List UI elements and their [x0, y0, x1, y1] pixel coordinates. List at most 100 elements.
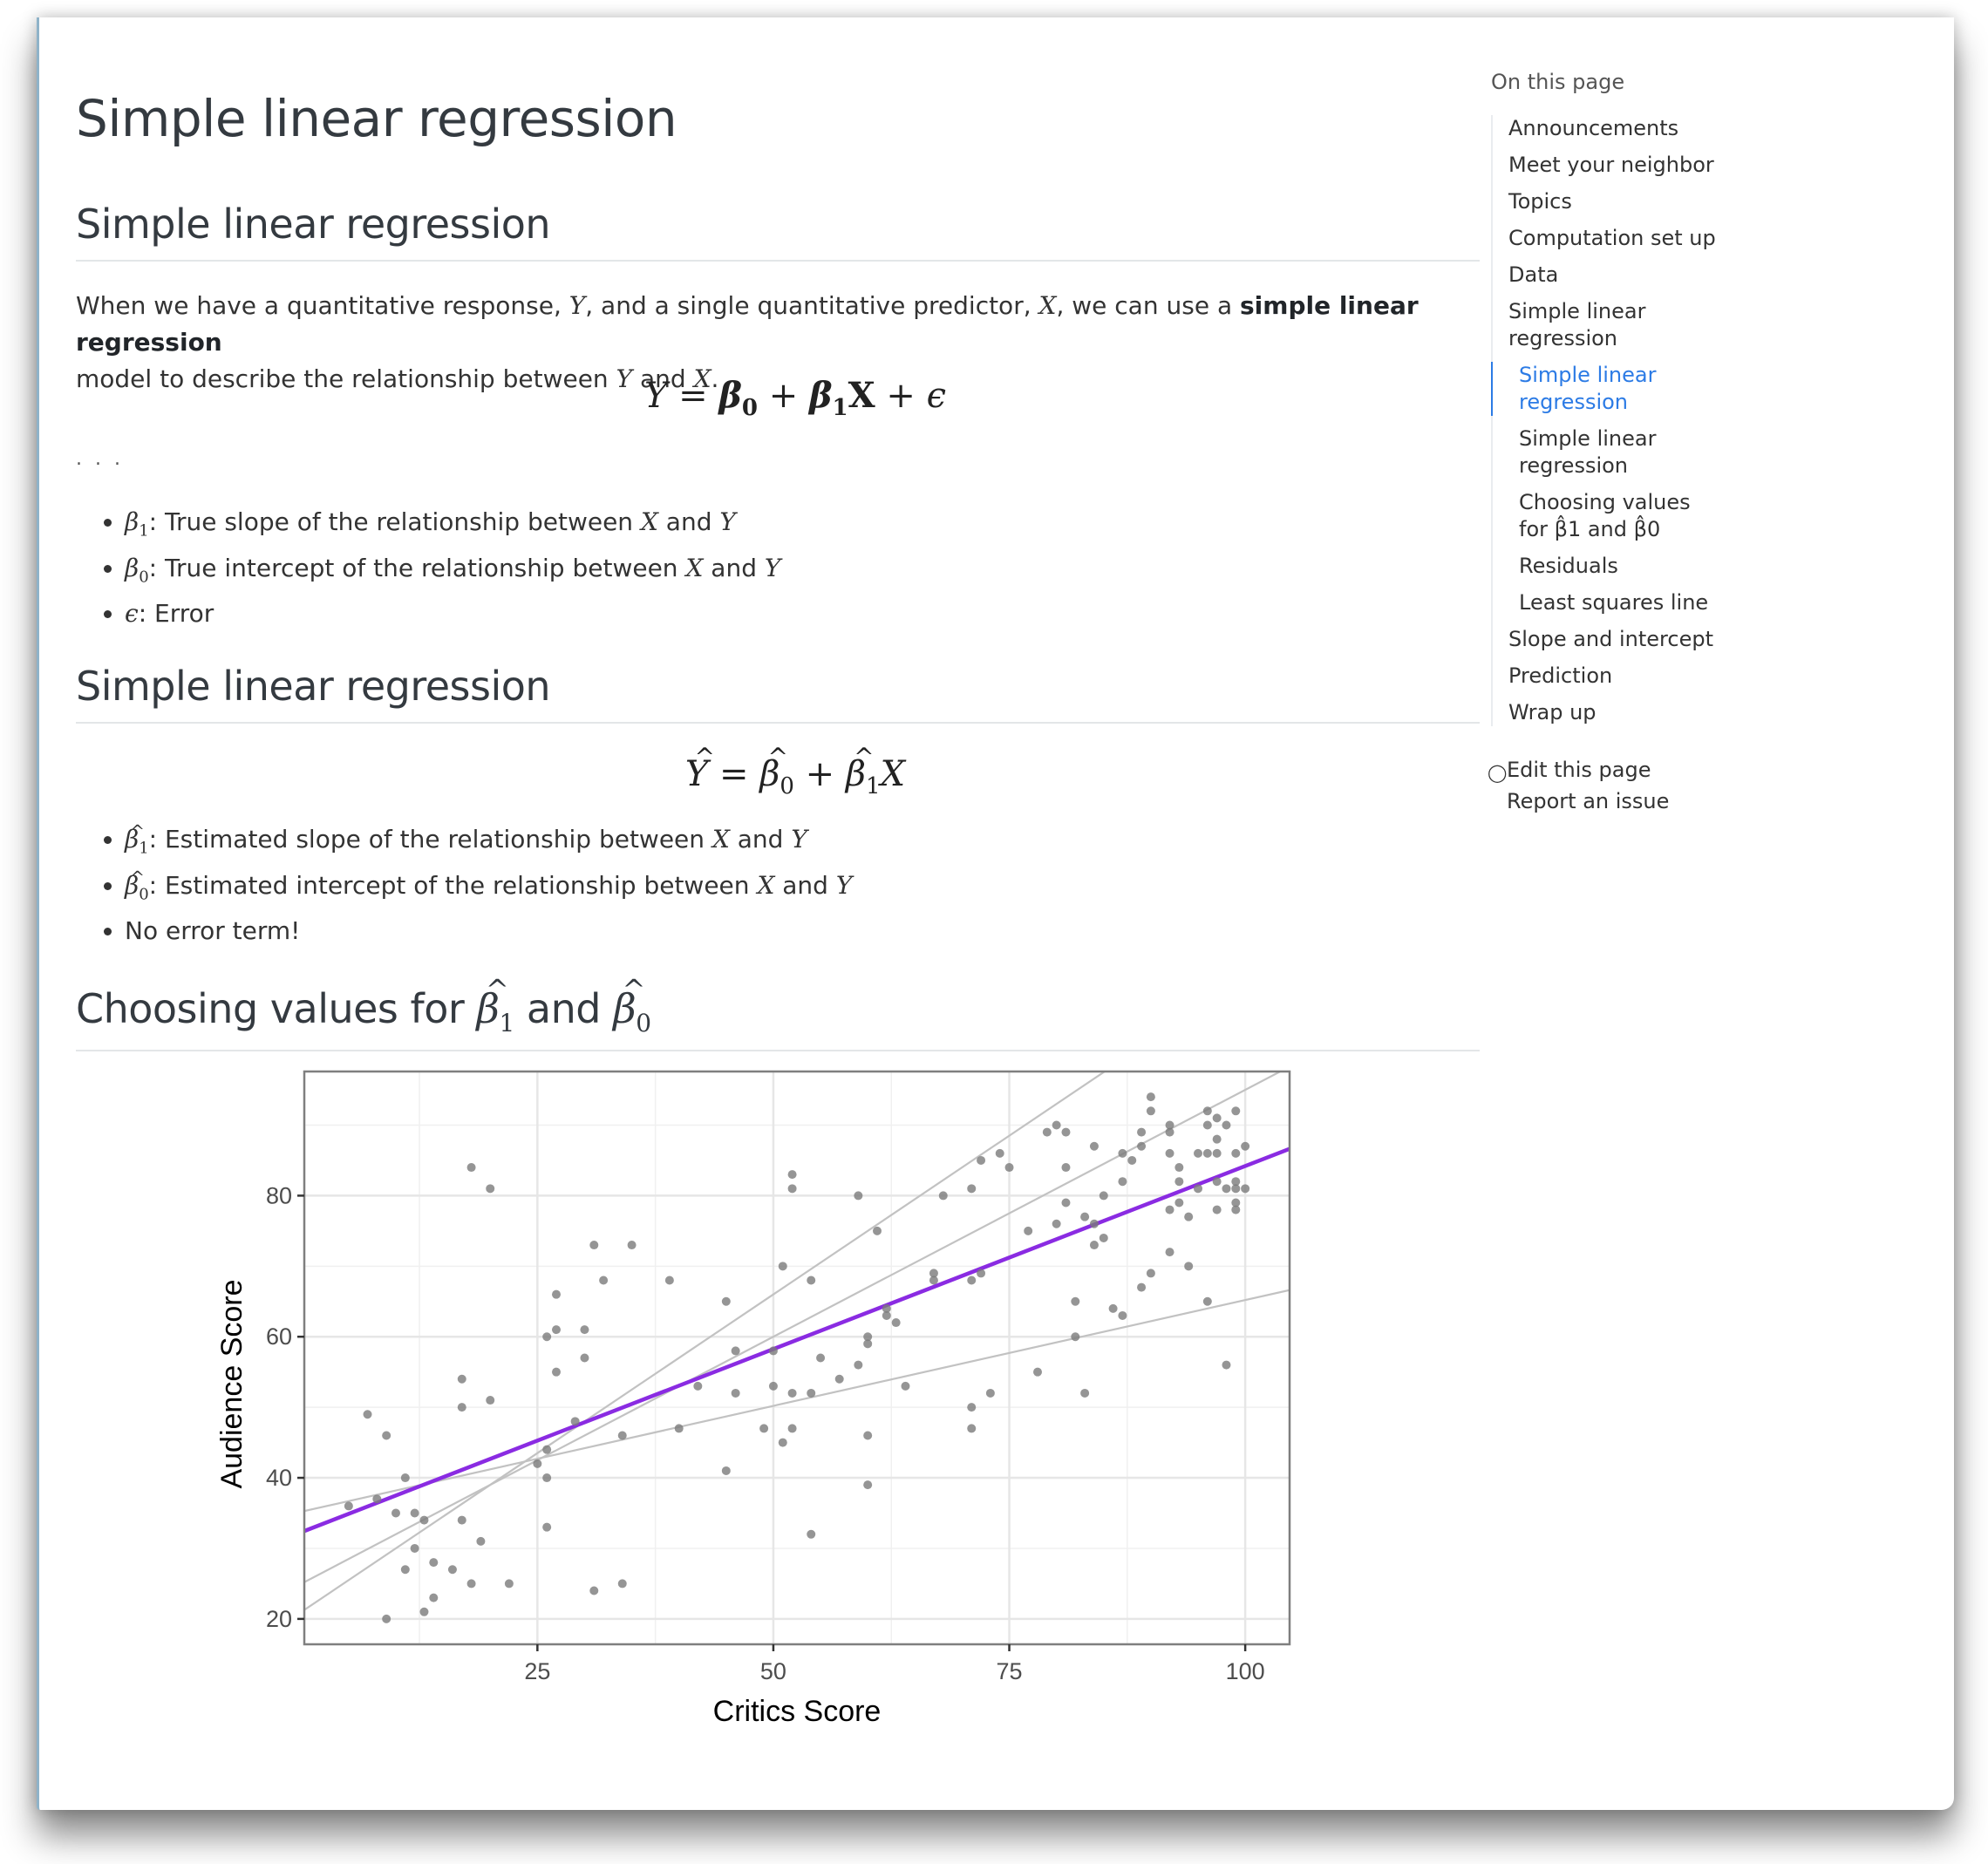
data-point — [1202, 1120, 1212, 1130]
toc-item[interactable]: Topics — [1493, 188, 1857, 215]
data-point — [1165, 1205, 1174, 1214]
data-point — [854, 1191, 863, 1201]
x-tick-label: 50 — [760, 1658, 786, 1684]
x-tick-label: 100 — [1226, 1658, 1265, 1684]
data-point — [1184, 1212, 1194, 1221]
data-point — [533, 1459, 542, 1468]
edit-page-link[interactable]: ◯ Edit this page — [1488, 754, 1857, 786]
toc-item[interactable]: Slope and intercept — [1493, 626, 1857, 653]
data-point — [1231, 1148, 1241, 1158]
toc-item[interactable]: Wrap up — [1493, 699, 1857, 726]
data-point — [1174, 1177, 1184, 1187]
data-point — [627, 1241, 637, 1250]
data-point — [882, 1310, 891, 1320]
data-point — [967, 1403, 977, 1412]
toc-item[interactable]: Residuals — [1493, 553, 1857, 580]
toc-item[interactable]: Simple linear regression — [1491, 362, 1719, 416]
data-point — [382, 1431, 391, 1440]
data-point — [1202, 1148, 1212, 1158]
data-point — [985, 1388, 995, 1398]
data-point — [768, 1381, 778, 1391]
data-point — [1024, 1226, 1033, 1235]
data-point — [447, 1565, 457, 1575]
data-point — [863, 1431, 873, 1440]
data-point — [1061, 1127, 1071, 1137]
data-point — [1042, 1127, 1052, 1137]
toc-item[interactable]: Simple linear regression — [1493, 425, 1719, 480]
data-point — [834, 1374, 844, 1384]
data-point — [1118, 1177, 1127, 1187]
data-point — [1212, 1205, 1222, 1214]
data-point — [1137, 1141, 1147, 1151]
data-point — [1165, 1148, 1174, 1158]
data-point — [1222, 1120, 1231, 1130]
table-of-contents: On this page Announcements Meet your neig… — [1488, 70, 1857, 817]
data-point — [589, 1241, 599, 1250]
toc-item[interactable]: Choosing values for β̂1 and β̂0 — [1493, 489, 1719, 543]
toc-item[interactable]: Data — [1493, 262, 1857, 289]
data-point — [768, 1346, 778, 1356]
data-point — [1089, 1241, 1099, 1250]
data-point — [1061, 1198, 1071, 1208]
data-point — [977, 1269, 986, 1278]
data-point — [1241, 1184, 1250, 1194]
data-point — [542, 1332, 552, 1342]
data-point — [466, 1163, 476, 1173]
data-point — [1222, 1184, 1231, 1194]
data-point — [1080, 1212, 1090, 1221]
data-point — [664, 1276, 674, 1285]
data-point — [807, 1388, 816, 1398]
toc-item[interactable]: Prediction — [1493, 663, 1857, 690]
data-point — [1061, 1163, 1071, 1173]
data-point — [854, 1360, 863, 1370]
data-point — [1165, 1127, 1174, 1137]
browser-window: Simple linear regression Simple linear r… — [37, 17, 1954, 1810]
data-point — [1146, 1269, 1155, 1278]
data-point — [1184, 1262, 1194, 1271]
data-point — [1231, 1184, 1241, 1194]
data-point — [1071, 1332, 1080, 1342]
data-point — [542, 1473, 552, 1483]
data-point — [995, 1148, 1004, 1158]
toc-item[interactable]: Computation set up — [1493, 225, 1857, 252]
data-point — [1174, 1163, 1184, 1173]
data-point — [1033, 1367, 1043, 1377]
data-point — [863, 1339, 873, 1349]
data-point — [816, 1353, 826, 1363]
toc-list: Announcements Meet your neighbor Topics Com… — [1491, 115, 1857, 726]
data-point — [1194, 1148, 1203, 1158]
data-point — [1052, 1120, 1061, 1130]
data-point — [580, 1325, 589, 1335]
y-tick-label: 60 — [266, 1323, 292, 1350]
edit-page-label: Edit this page — [1507, 758, 1651, 782]
toc-item[interactable]: Meet your neighbor — [1493, 152, 1857, 179]
data-point — [419, 1607, 429, 1616]
data-point — [721, 1466, 731, 1475]
data-point — [674, 1424, 684, 1433]
data-point — [410, 1508, 419, 1518]
data-point — [457, 1374, 466, 1384]
data-point — [344, 1501, 353, 1511]
data-point — [967, 1424, 977, 1433]
data-point — [1071, 1296, 1080, 1306]
toc-item[interactable]: Simple linear regression — [1493, 298, 1718, 352]
y-tick-label: 40 — [266, 1465, 292, 1491]
toc-item[interactable]: Least squares line — [1493, 589, 1719, 616]
data-point — [391, 1508, 400, 1518]
data-point — [1212, 1134, 1222, 1144]
toc-item[interactable]: Announcements — [1493, 115, 1857, 142]
data-point — [1089, 1219, 1099, 1228]
data-point — [1089, 1141, 1099, 1151]
data-point — [1212, 1148, 1222, 1158]
data-point — [457, 1403, 466, 1412]
data-point — [580, 1353, 589, 1363]
report-issue-link[interactable]: Report an issue — [1491, 786, 1857, 817]
data-point — [551, 1325, 561, 1335]
y-tick-label: 20 — [266, 1606, 292, 1632]
data-point — [542, 1445, 552, 1454]
data-point — [1194, 1184, 1203, 1194]
data-point — [807, 1529, 816, 1539]
data-point — [617, 1431, 627, 1440]
y-axis-label: Audience Score — [215, 1279, 248, 1488]
data-point — [1231, 1205, 1241, 1214]
